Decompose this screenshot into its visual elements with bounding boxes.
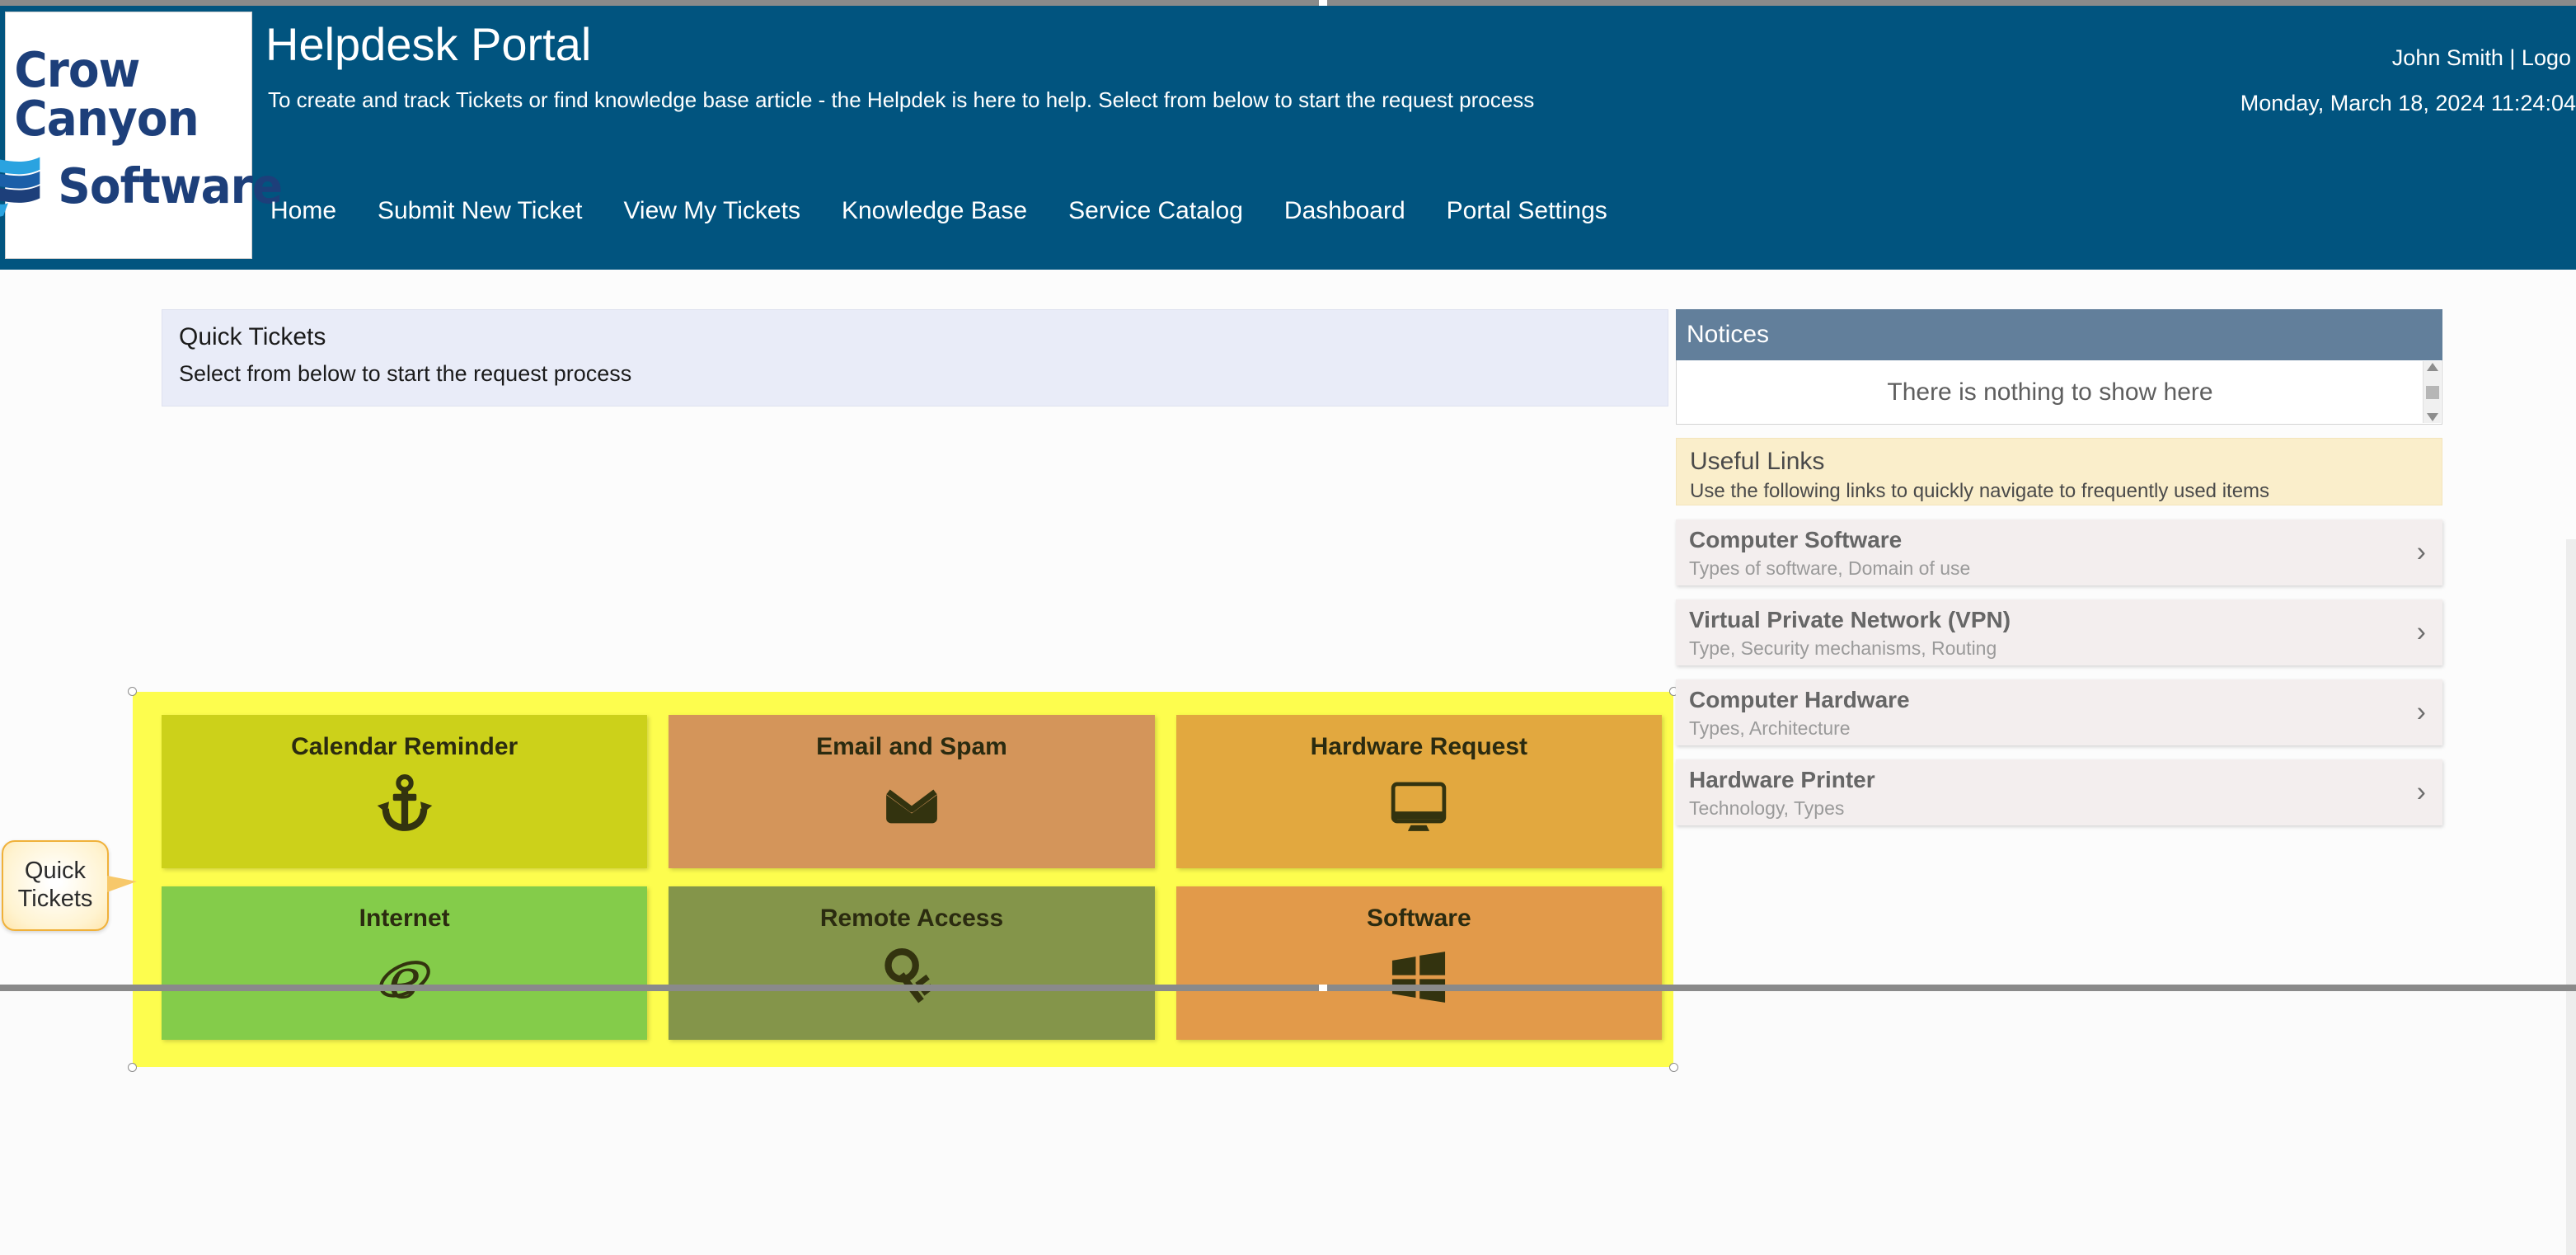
chevron-right-icon: › <box>2417 777 2426 809</box>
tile-label: Software <box>1367 905 1471 933</box>
nav-submit-new-ticket[interactable]: Submit New Ticket <box>378 197 582 225</box>
link-title: Hardware Printer <box>1689 767 2429 793</box>
tile-internet[interactable]: Internet e <box>162 886 647 1040</box>
nav-view-my-tickets[interactable]: View My Tickets <box>623 197 800 225</box>
nav-dashboard[interactable]: Dashboard <box>1284 197 1405 225</box>
quick-tickets-panel-header: Quick Tickets Select from below to start… <box>162 309 1668 407</box>
page-subtitle: To create and track Tickets or find know… <box>268 87 1534 113</box>
quick-tickets-subtitle: Select from below to start the request p… <box>179 361 631 387</box>
browser-chrome-gap <box>1319 0 1327 6</box>
logo-text-line2: Software <box>58 162 282 210</box>
list-item[interactable]: Computer Software Types of software, Dom… <box>1676 519 2442 585</box>
tile-hardware-request[interactable]: Hardware Request <box>1176 715 1662 868</box>
chevron-right-icon: › <box>2417 697 2426 729</box>
link-title: Computer Hardware <box>1689 687 2429 713</box>
tile-software[interactable]: Software <box>1176 886 1662 1040</box>
wave-flag-icon <box>0 146 46 225</box>
callout-line-two: Tickets <box>18 886 93 914</box>
link-title: Virtual Private Network (VPN) <box>1689 607 2429 633</box>
useful-links-title: Useful Links <box>1690 448 2428 476</box>
notices-empty-message: There is nothing to show here <box>1887 378 2212 407</box>
tile-remote-access[interactable]: Remote Access <box>669 886 1154 1040</box>
monitor-icon <box>1387 774 1450 837</box>
list-item[interactable]: Computer Hardware Types, Architecture › <box>1676 679 2442 745</box>
current-datetime: Monday, March 18, 2024 11:24:04 <box>2241 91 2576 116</box>
page-right-edge <box>2566 539 2576 1255</box>
selection-handle-bottom-left[interactable] <box>128 1063 137 1072</box>
browser-bottom-chrome <box>0 985 2576 991</box>
envelope-icon <box>880 774 943 837</box>
tile-label: Remote Access <box>820 905 1003 933</box>
page-body: Quick Tickets Select from below to start… <box>0 270 2576 985</box>
list-item[interactable]: Hardware Printer Technology, Types › <box>1676 759 2442 825</box>
anchor-icon <box>373 774 436 837</box>
callout-pointer-arrow <box>107 876 137 892</box>
nav-portal-settings[interactable]: Portal Settings <box>1447 197 1607 225</box>
browser-top-chrome <box>0 0 2576 6</box>
nav-home[interactable]: Home <box>270 197 336 225</box>
svg-text:e: e <box>388 947 420 1008</box>
scroll-down-arrow-icon[interactable] <box>2427 413 2438 421</box>
logout-link[interactable]: Logo <box>2522 45 2571 70</box>
nav-knowledge-base[interactable]: Knowledge Base <box>842 197 1027 225</box>
user-name: John Smith <box>2392 45 2503 70</box>
browser-bottom-chrome-gap <box>1319 985 1327 991</box>
tile-label: Calendar Reminder <box>291 733 518 761</box>
tile-calendar-reminder[interactable]: Calendar Reminder <box>162 715 647 868</box>
link-subtitle: Technology, Types <box>1689 797 2429 820</box>
link-subtitle: Types of software, Domain of use <box>1689 557 2429 580</box>
callout-line-one: Quick <box>25 858 86 886</box>
useful-links-subtitle: Use the following links to quickly navig… <box>1690 480 2428 503</box>
page-header: Crow Canyon Software Helpdesk Portal To … <box>0 6 2576 270</box>
quick-tickets-callout-tooltip: Quick Tickets <box>2 840 109 931</box>
notices-panel-header: Notices <box>1676 309 2442 360</box>
useful-links-header: Useful Links Use the following links to … <box>1676 438 2442 505</box>
notices-panel-body: There is nothing to show here <box>1676 360 2442 425</box>
windows-icon <box>1387 946 1450 1008</box>
scroll-up-arrow-icon[interactable] <box>2427 363 2438 371</box>
tile-label: Email and Spam <box>816 733 1007 761</box>
selection-handle-bottom-right[interactable] <box>1669 1063 1678 1072</box>
user-info-bar: John Smith | Logo <box>2392 45 2571 71</box>
main-navigation: Home Submit New Ticket View My Tickets K… <box>270 197 1607 225</box>
link-subtitle: Types, Architecture <box>1689 717 2429 740</box>
tile-label: Internet <box>359 905 450 933</box>
logo-text-line1: Crow Canyon <box>14 45 242 143</box>
page-title: Helpdesk Portal <box>265 17 591 71</box>
notices-scrollbar[interactable] <box>2423 361 2441 423</box>
company-logo[interactable]: Crow Canyon Software <box>5 12 252 259</box>
right-sidebar: Notices There is nothing to show here Us… <box>1676 309 2442 825</box>
quick-tickets-title: Quick Tickets <box>179 323 326 351</box>
link-title: Computer Software <box>1689 527 2429 553</box>
key-icon <box>880 946 943 1008</box>
notices-title: Notices <box>1687 321 1769 349</box>
chevron-right-icon: › <box>2417 537 2426 569</box>
tile-email-and-spam[interactable]: Email and Spam <box>669 715 1154 868</box>
internet-explorer-icon: e <box>373 946 436 1008</box>
logo-row-two: Software <box>0 146 290 225</box>
selection-handle-top-left[interactable] <box>128 687 137 696</box>
tile-label: Hardware Request <box>1311 733 1527 761</box>
scrollbar-thumb[interactable] <box>2426 386 2439 399</box>
chevron-right-icon: › <box>2417 617 2426 649</box>
link-subtitle: Type, Security mechanisms, Routing <box>1689 637 2429 660</box>
nav-service-catalog[interactable]: Service Catalog <box>1068 197 1243 225</box>
list-item[interactable]: Virtual Private Network (VPN) Type, Secu… <box>1676 599 2442 665</box>
user-separator: | <box>2509 45 2515 70</box>
